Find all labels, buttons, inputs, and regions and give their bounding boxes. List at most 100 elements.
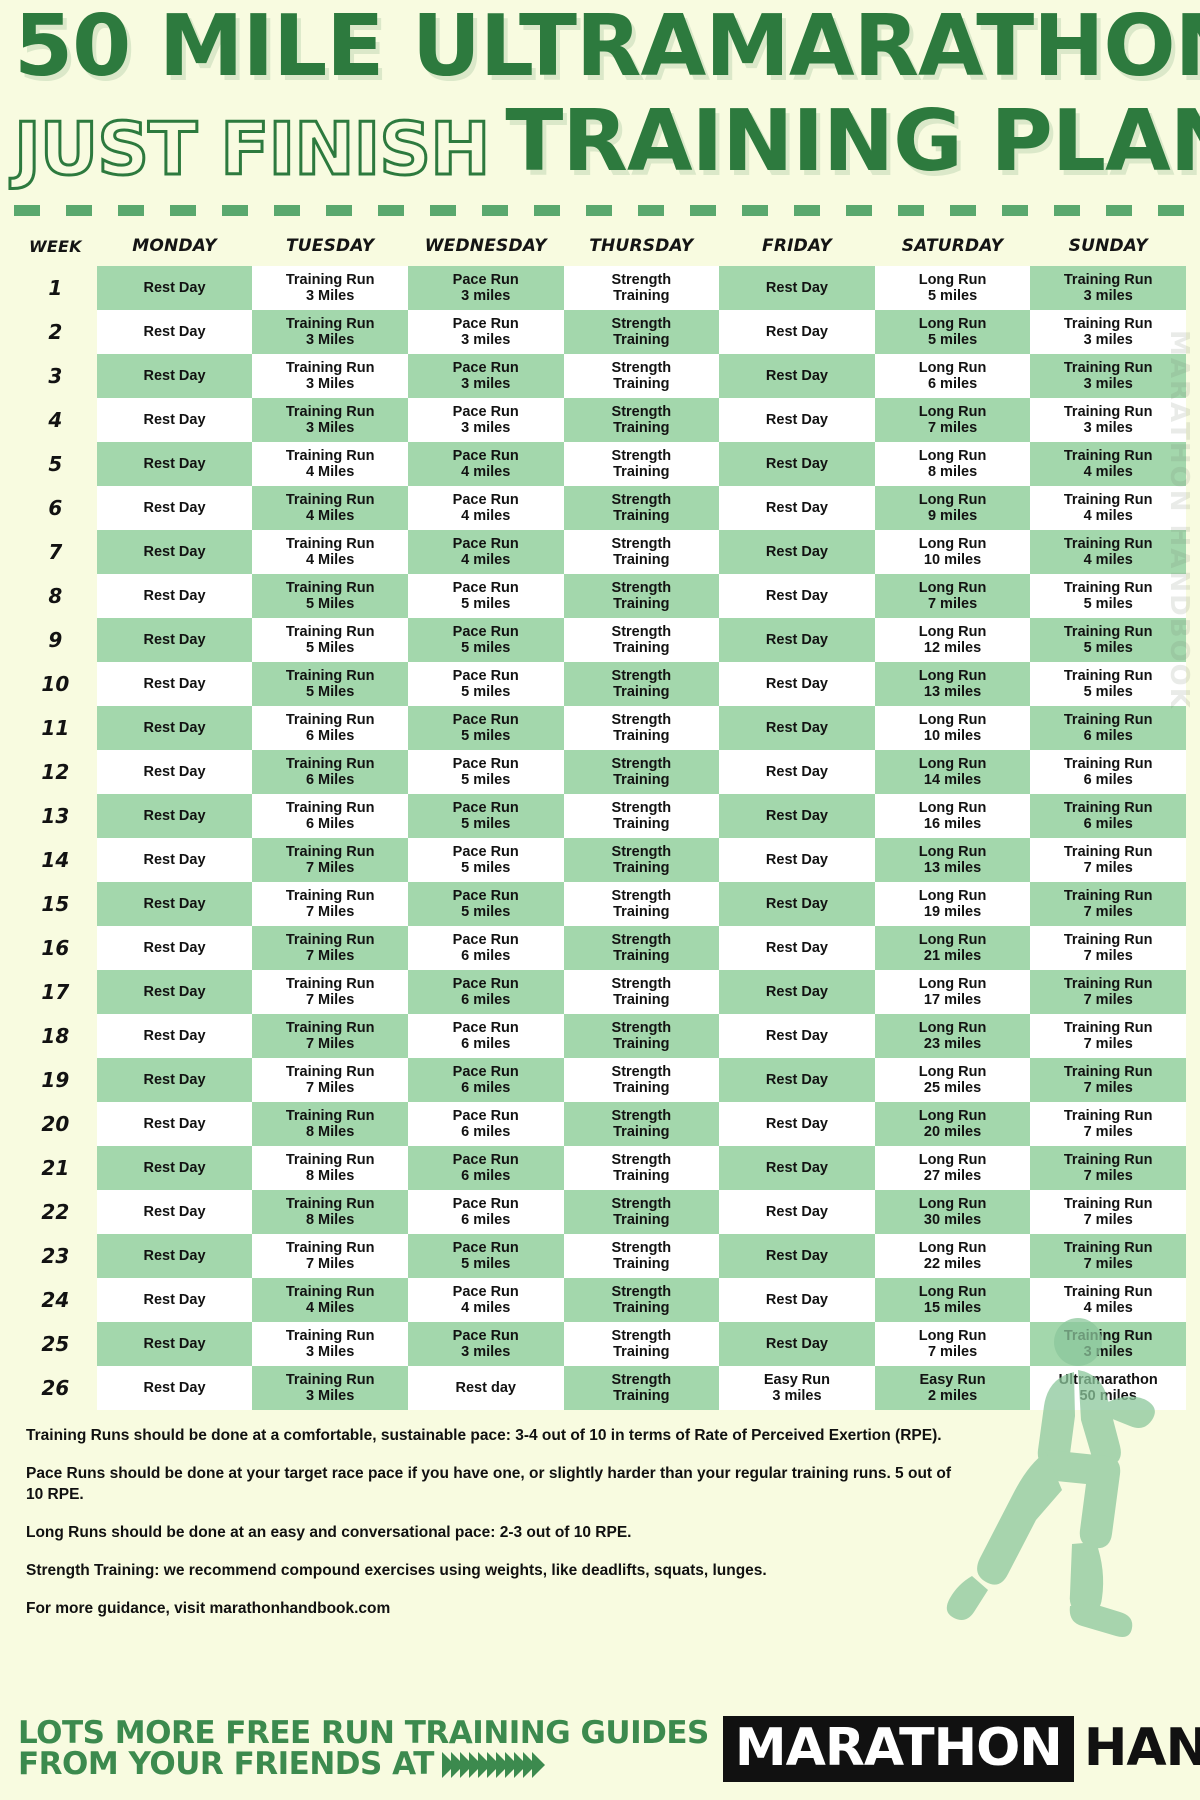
cell-line-1: Long Run — [918, 491, 987, 508]
cell-line-2: 6 miles — [461, 1080, 511, 1097]
cell-monday: Rest Day — [96, 1190, 253, 1235]
cell-monday: Rest Day — [96, 1058, 253, 1103]
cell-line-1: Strength — [611, 1195, 672, 1212]
cell-line-1: Training Run — [285, 1107, 375, 1124]
cell-tuesday: Training Run 7 Miles — [252, 926, 408, 971]
cell-thursday: Strength Training — [563, 662, 720, 707]
cell-line-1: Rest Day — [765, 500, 828, 517]
week-number: 1 — [48, 275, 63, 300]
cell-line-1: Rest Day — [143, 632, 206, 649]
cell-friday: Rest Day — [719, 882, 875, 927]
training-plan-table: WEEK MONDAY TUESDAY WEDNESDAY THURSDAY F… — [14, 232, 1186, 1411]
cell-line-1: Training Run — [1063, 1107, 1153, 1124]
table-row: 8 Rest Day Training Run 5 Miles Pace Run 5 mi… — [14, 574, 1186, 619]
cell-line-1: Rest Day — [143, 720, 206, 737]
note-lead: Long Runs — [26, 1523, 107, 1541]
cell-saturday: Long Run 30 miles — [874, 1190, 1031, 1235]
cell-line-2: 7 miles — [1083, 1168, 1133, 1185]
table-header-row: WEEK MONDAY TUESDAY WEDNESDAY THURSDAY F… — [14, 232, 1186, 266]
cell-line-1: Rest Day — [765, 456, 828, 473]
table-row: 16 Rest Day Training Run 7 Miles Pace Run 6 m… — [14, 926, 1186, 971]
cell-tuesday: Training Run 4 Miles — [252, 530, 408, 575]
cell-wednesday: Pace Run 3 miles — [407, 1322, 564, 1367]
cell-thursday: Strength Training — [563, 1366, 720, 1411]
marathon-handbook-logo[interactable]: MARATHON HANDBOOK — [722, 1716, 1200, 1782]
cell-line-1: Pace Run — [452, 975, 519, 992]
table-row: 10 Rest Day Training Run 5 Miles Pace Run 5 m… — [14, 662, 1186, 707]
cell-saturday: Long Run 16 miles — [874, 794, 1031, 839]
cell-line-2: 3 miles — [1083, 420, 1133, 437]
cell-monday: Rest Day — [96, 1014, 253, 1059]
cell-line-2: 8 Miles — [305, 1212, 355, 1229]
cell-line-1: Training Run — [285, 975, 375, 992]
cell-line-1: Strength — [611, 755, 672, 772]
cell-line-1: Rest Day — [143, 544, 206, 561]
cell-monday: Rest Day — [96, 1146, 253, 1191]
cell-line-1: Strength — [611, 403, 672, 420]
cell-line-1: Rest Day — [765, 324, 828, 341]
cell-wednesday: Pace Run 4 miles — [407, 442, 564, 487]
cell-wednesday: Pace Run 3 miles — [407, 354, 564, 399]
column-header-week: WEEK — [28, 236, 82, 256]
cell-tuesday: Training Run 3 Miles — [252, 1322, 408, 1367]
cell-line-2: 17 miles — [923, 992, 982, 1009]
cell-thursday: Strength Training — [563, 442, 720, 487]
cell-line-1: Training Run — [285, 1239, 375, 1256]
cell-line-2: 5 miles — [1083, 596, 1133, 613]
table-row: 19 Rest Day Training Run 7 Miles Pace Run 6 m… — [14, 1058, 1186, 1103]
column-header-sunday: SUNDAY — [1068, 236, 1148, 257]
cell-line-1: Training Run — [285, 711, 375, 728]
cell-line-1: Rest Day — [143, 808, 206, 825]
watermark-text: MARATHON HANDBOOK — [1164, 330, 1194, 710]
cell-friday: Rest Day — [719, 970, 875, 1015]
cell-wednesday: Pace Run 6 miles — [407, 1102, 564, 1147]
cell-line-2: 3 miles — [461, 376, 511, 393]
cell-friday: Rest Day — [719, 1322, 875, 1367]
cell-saturday: Long Run 7 miles — [874, 398, 1031, 443]
cell-line-1: Training Run — [285, 931, 375, 948]
cell-line-2: 30 miles — [923, 1212, 982, 1229]
cell-line-2: 25 miles — [923, 1080, 982, 1097]
cell-line-2: 6 miles — [1083, 772, 1133, 789]
cell-line-1: Rest Day — [765, 1072, 828, 1089]
cell-line-2: 6 miles — [461, 1124, 511, 1141]
cell-sunday: Training Run 7 miles — [1030, 1058, 1186, 1103]
cell-line-2: Training — [613, 1388, 670, 1405]
cell-line-1: Long Run — [918, 1239, 987, 1256]
cell-line-2: Training — [613, 640, 670, 657]
column-header-friday: FRIDAY — [762, 236, 832, 257]
note-lead: Training Runs — [26, 1427, 130, 1445]
cell-tuesday: Training Run 8 Miles — [252, 1146, 408, 1191]
cell-saturday: Long Run 25 miles — [874, 1058, 1031, 1103]
cell-wednesday: Pace Run 6 miles — [407, 1014, 564, 1059]
cell-line-2: 3 miles — [461, 288, 511, 305]
cell-line-1: Strength — [611, 1283, 672, 1300]
cell-line-1: Pace Run — [452, 271, 519, 288]
table-row: 3 Rest Day Training Run 3 Miles Pace Run 3 mi… — [14, 354, 1186, 399]
cell-friday: Rest Day — [719, 530, 875, 575]
cell-line-2: Training — [613, 1212, 670, 1229]
cell-line-1: Long Run — [918, 1195, 987, 1212]
cell-thursday: Strength Training — [563, 926, 720, 971]
cell-line-1: Training Run — [285, 1063, 375, 1080]
week-number: 2 — [48, 319, 63, 344]
cell-monday: Rest Day — [96, 398, 253, 443]
note-body: we recommend compound exercises using we… — [159, 1561, 767, 1579]
cell-thursday: Strength Training — [563, 486, 720, 531]
cell-monday: Rest Day — [96, 1278, 253, 1323]
cell-line-2: 7 miles — [1083, 1256, 1133, 1273]
cell-line-1: Training Run — [285, 1371, 375, 1388]
cell-saturday: Long Run 6 miles — [874, 354, 1031, 399]
cell-line-2: 13 miles — [923, 860, 982, 877]
cell-friday: Rest Day — [719, 398, 875, 443]
cell-line-2: 3 Miles — [305, 288, 355, 305]
cell-line-2: Training — [613, 816, 670, 833]
cell-line-1: Long Run — [918, 579, 987, 596]
cell-saturday: Long Run 10 miles — [874, 530, 1031, 575]
cell-monday: Rest Day — [96, 838, 253, 883]
week-number: 17 — [41, 979, 70, 1004]
cell-line-1: Pace Run — [452, 579, 519, 596]
cell-line-2: 3 Miles — [305, 1344, 355, 1361]
cell-line-1: Pace Run — [452, 1195, 519, 1212]
cell-line-1: Rest Day — [765, 720, 828, 737]
